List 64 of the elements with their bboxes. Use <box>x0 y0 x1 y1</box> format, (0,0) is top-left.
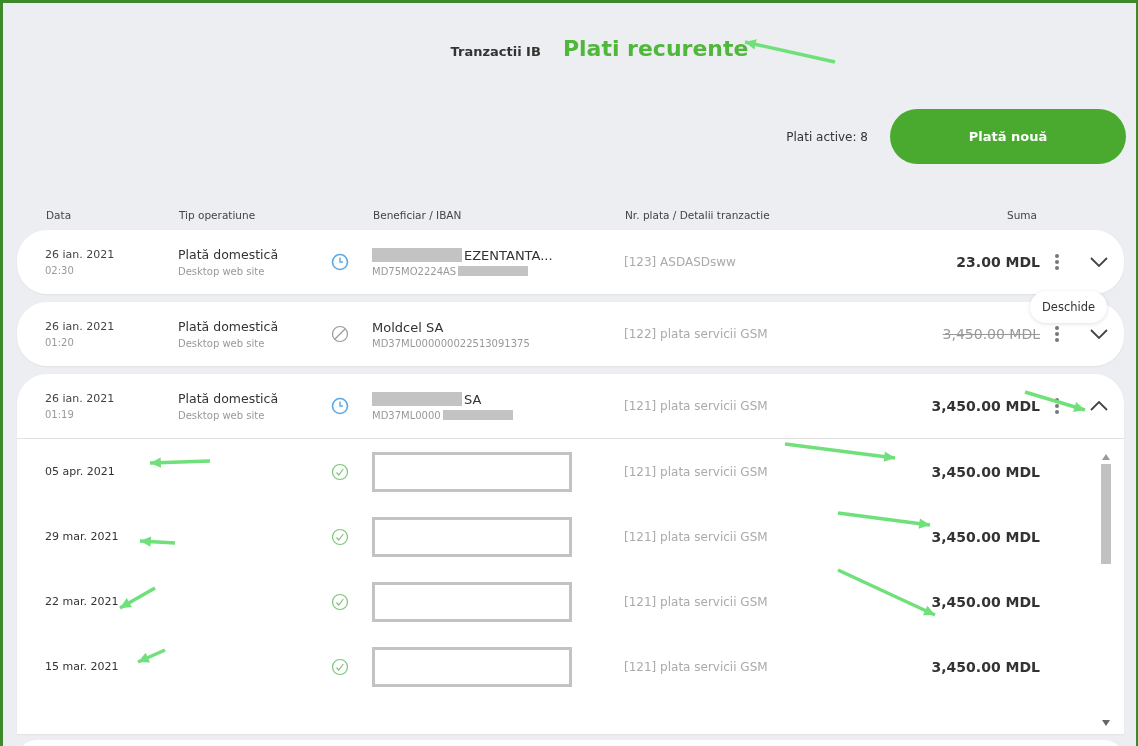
annotation-arrow <box>119 586 156 610</box>
redacted-block <box>458 266 529 276</box>
iban-text: MD37ML000000022513091375 <box>372 337 530 349</box>
amount-text: 3,450.00 MDL <box>942 326 1040 342</box>
amount-text: 3,450.00 MDL <box>931 398 1040 414</box>
amount-text: 23.00 MDL <box>956 254 1040 270</box>
clock-icon <box>331 397 349 415</box>
check-circle-icon <box>331 657 349 676</box>
redacted-block <box>442 410 513 420</box>
payment-details: [121] plata servicii GSM <box>624 464 769 479</box>
payment-details: [122] plata servicii GSM <box>624 327 769 341</box>
annotation-arrow <box>137 648 166 664</box>
page-title: Tranzactii IB <box>450 44 541 59</box>
channel-text: Desktop web site <box>178 410 266 421</box>
column-header: Suma <box>1007 209 1038 221</box>
annotation-arrow <box>149 457 211 468</box>
channel-text: Desktop web site <box>178 266 266 277</box>
date-text: 22 mar. 2021 <box>45 595 119 608</box>
time-text: 01:19 <box>45 409 75 420</box>
active-count: Plati active: 8 <box>786 129 868 144</box>
iban-text: MD37ML0000 <box>372 409 441 421</box>
channel-text: Desktop web site <box>178 338 266 349</box>
scroll-up-icon[interactable] <box>1102 454 1110 460</box>
time-text: 02:30 <box>45 265 75 276</box>
amount-text: 3,450.00 MDL <box>931 593 1040 610</box>
date-text: 15 mar. 2021 <box>45 660 119 673</box>
column-header: Beneficiar / IBAN <box>373 209 463 221</box>
check-circle-icon <box>331 462 349 481</box>
more-options-icon[interactable] <box>1054 397 1060 415</box>
beneficiary-name: SA <box>464 391 482 407</box>
operation-type: Plată domestică <box>178 391 280 406</box>
amount-text: 3,450.00 MDL <box>931 528 1040 545</box>
column-header: Data <box>46 209 73 221</box>
iban-text: MD75MO2224AS <box>372 265 457 277</box>
more-options-icon[interactable] <box>1054 325 1060 343</box>
chevron-down-icon[interactable] <box>1090 329 1108 339</box>
cancelled-icon <box>331 325 349 343</box>
date-text: 26 ian. 2021 <box>45 248 116 261</box>
column-header: Nr. plata / Detalii tranzactie <box>625 209 771 221</box>
beneficiary-name: EZENTANTA... <box>464 247 553 263</box>
operation-type: Plată domestică <box>178 247 280 262</box>
annotation-title: Plati recurente <box>562 36 749 61</box>
payment-details: [121] plata servicii GSM <box>624 659 769 674</box>
amount-text: 3,450.00 MDL <box>931 463 1040 480</box>
amount-text: 3,450.00 MDL <box>931 658 1040 675</box>
check-circle-icon <box>331 592 349 611</box>
clock-icon <box>331 253 349 271</box>
payment-details: [121] plata servicii GSM <box>624 594 769 609</box>
date-text: 26 ian. 2021 <box>45 320 116 333</box>
more-options-icon[interactable] <box>1054 253 1060 271</box>
payment-details: [123] ASDASDsww <box>624 255 737 269</box>
date-text: 29 mar. 2021 <box>45 530 119 543</box>
annotation-arrow <box>139 536 176 547</box>
date-text: 05 apr. 2021 <box>45 465 115 478</box>
chevron-down-icon[interactable] <box>1090 257 1108 267</box>
payment-details: [121] plata servicii GSM <box>624 529 769 544</box>
column-header: Tip operatiune <box>179 209 257 221</box>
payment-details: [121] plata servicii GSM <box>624 399 769 413</box>
tooltip: Deschide <box>1030 291 1108 323</box>
chevron-up-icon[interactable] <box>1090 401 1108 411</box>
date-text: 26 ian. 2021 <box>45 392 116 405</box>
time-text: 01:20 <box>45 337 75 348</box>
check-circle-icon <box>331 527 349 546</box>
scroll-down-icon[interactable] <box>1102 720 1110 726</box>
